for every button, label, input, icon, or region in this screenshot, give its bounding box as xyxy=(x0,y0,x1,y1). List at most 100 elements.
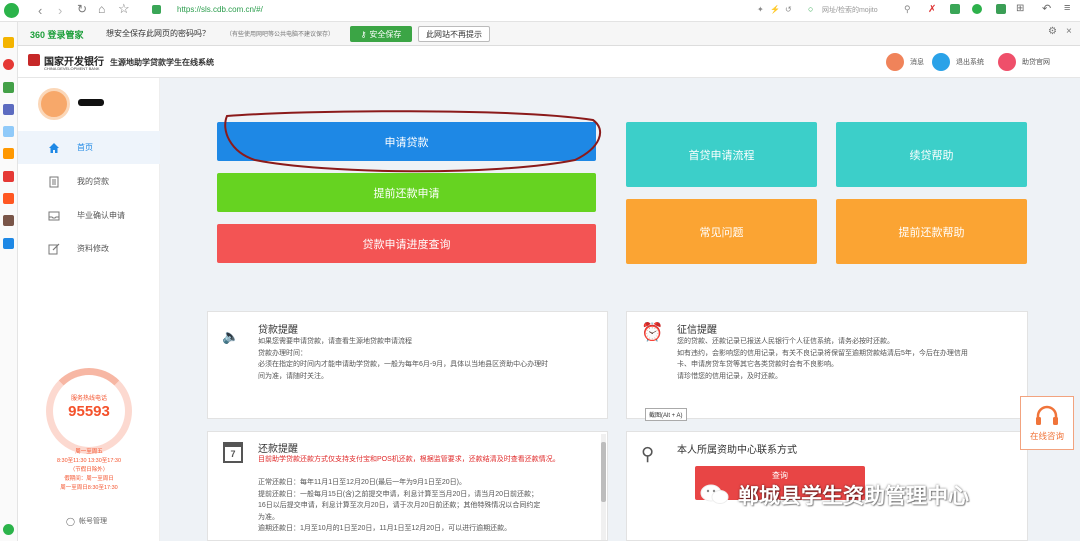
key-icon: ⚷ xyxy=(360,29,367,39)
main-content: 申请贷款 提前还款申请 贷款申请进度查询 首贷申请流程 续贷帮助 常见问题 提前… xyxy=(160,78,1080,541)
online-consult-button[interactable]: 在线咨询 xyxy=(1020,396,1074,450)
sidebar-item-graduation[interactable]: 毕业确认申请 xyxy=(18,199,160,232)
settings-gear-icon[interactable]: ⚙ xyxy=(1048,26,1057,37)
renew-help-button[interactable]: 续贷帮助 xyxy=(836,122,1027,187)
menu-icon[interactable]: ≡ xyxy=(1064,2,1070,14)
password-save-bar: 360 登录管家 想安全保存此网页的密码吗？ （有些使用网吧等公共电脑不建议保存… xyxy=(0,22,1080,46)
video-icon[interactable] xyxy=(3,171,14,182)
magnifier-icon: ⚲ xyxy=(641,444,655,464)
hand-drawn-annotation xyxy=(224,110,602,173)
logout-icon xyxy=(932,53,950,71)
bank-name-en: CHINA DEVELOPMENT BANK xyxy=(44,66,100,71)
search-icon[interactable]: ⚲ xyxy=(904,4,911,15)
scrollbar-thumb[interactable] xyxy=(601,442,606,502)
site-header: 国家开发银行 CHINA DEVELOPMENT BANK 生源地助学贷款学生在… xyxy=(18,46,1080,78)
logout-button[interactable]: 退出系统 xyxy=(932,52,1002,72)
sidebar-item-profile-edit[interactable]: 资料修改 xyxy=(18,232,160,265)
download-icon[interactable] xyxy=(996,4,1006,14)
weibo-icon[interactable] xyxy=(3,59,14,70)
account-management-link[interactable]: ◯ 帐号管理 xyxy=(66,516,107,526)
shield-icon[interactable] xyxy=(972,4,982,14)
username-redacted xyxy=(78,99,104,106)
repayment-reminder-title: 还款提醒 xyxy=(258,444,298,455)
hotline-number: 95593 xyxy=(68,403,110,420)
site-sidebar: 首页 我的贷款 毕业确认申请 资料修改 服务热线电话 95593 周一至周五 8… xyxy=(18,78,160,541)
lightning-icon[interactable]: ⚡ xyxy=(770,5,780,14)
search-engine-icon: ○ xyxy=(808,4,814,14)
grid-icon[interactable]: ⊞ xyxy=(1016,3,1024,14)
doc-icon[interactable] xyxy=(3,126,14,137)
repayment-reminder-card: 7 还款提醒 目前助学贷款还款方式仅支持支付宝和POS机还款，根据监管要求，还款… xyxy=(207,431,608,541)
shop-icon[interactable] xyxy=(3,193,14,204)
alarm-clock-icon: ⏰ xyxy=(641,322,664,342)
headset-icon xyxy=(1036,405,1058,425)
forward-icon[interactable]: › xyxy=(58,3,62,18)
star-icon[interactable] xyxy=(3,37,14,48)
save-password-question: 想安全保存此网页的密码吗？ xyxy=(106,29,210,38)
system-name: 生源地助学贷款学生在线系统 xyxy=(110,58,214,67)
address-bar[interactable]: https://sls.cdb.com.cn/#/ xyxy=(150,3,745,19)
browser-toolbar: ‹ › ↻ ⌂ ☆ https://sls.cdb.com.cn/#/ ✦ ⚡ … xyxy=(0,0,1080,22)
url-text: https://sls.cdb.com.cn/#/ xyxy=(177,5,263,14)
wechat-icon xyxy=(700,484,729,504)
progress-query-button[interactable]: 贷款申请进度查询 xyxy=(217,224,596,263)
repayment-reminder-body: 正常还款日：每年11月1日至12月20日(最后一年为9月1日至20日)。 提前还… xyxy=(258,479,541,532)
home-page-icon[interactable]: ⌂ xyxy=(98,2,105,16)
cdb-logo-icon xyxy=(28,54,40,66)
external-link-icon xyxy=(998,53,1016,71)
avatar[interactable] xyxy=(38,88,70,120)
credit-reminder-body: 您的贷款、还款记录已报送人民银行个人征信系统，请务必按时还款。 如有违约，会影响… xyxy=(677,338,968,380)
contact-title: 本人所属资助中心联系方式 xyxy=(677,445,797,456)
loan-reminder-card: 🔈 贷款提醒 如果您需要申请贷款，请查看生源地贷款申请流程 贷款办理时间： 必须… xyxy=(207,311,608,419)
favorite-star-icon[interactable]: ☆ xyxy=(118,1,130,17)
save-password-note: （有些使用网吧等公共电脑不建议保存） xyxy=(226,32,335,38)
official-site-button[interactable]: 助贷官网 xyxy=(998,52,1073,72)
secure-lock-icon xyxy=(152,5,161,14)
card-scrollbar[interactable] xyxy=(601,434,606,540)
game-icon[interactable] xyxy=(3,148,14,159)
news-icon[interactable] xyxy=(3,104,14,115)
safe-save-button[interactable]: ⚷ 安全保存 xyxy=(350,26,412,42)
early-repay-apply-button[interactable]: 提前还款申请 xyxy=(217,173,596,212)
first-loan-process-button[interactable]: 首贷申请流程 xyxy=(626,122,817,187)
sidebar-item-home[interactable]: 首页 xyxy=(18,131,160,164)
early-repay-help-button[interactable]: 提前还款帮助 xyxy=(836,199,1027,264)
bell-icon xyxy=(886,53,904,71)
calendar-icon: 7 xyxy=(223,442,243,463)
loan-reminder-body: 如果您需要申请贷款，请查看生源地贷款申请流程 贷款办理时间： 必须在指定的时间内… xyxy=(258,338,549,380)
extension-icon[interactable]: ✦ xyxy=(757,5,764,14)
app-store-icon[interactable] xyxy=(3,215,14,226)
edit-icon xyxy=(48,243,60,255)
credit-reminder-title: 征信提醒 xyxy=(677,325,717,336)
wechat-watermark: 郸城县学生资助管理中心 xyxy=(700,480,969,510)
shield-check-icon: ◯ xyxy=(66,516,75,526)
hotline-label: 服务热线电话 xyxy=(70,396,107,402)
browser-sidebar xyxy=(0,22,18,541)
speaker-icon: 🔈 xyxy=(222,328,240,344)
faq-button[interactable]: 常见问题 xyxy=(626,199,817,264)
mail-icon[interactable] xyxy=(3,82,14,93)
repayment-warning-text: 目前助学贷款还款方式仅支持支付宝和POS机还款，根据监管要求，还款结清及时查看还… xyxy=(258,456,560,463)
screenshot-tooltip: 截图(Alt + A) xyxy=(645,408,687,421)
home-icon xyxy=(48,142,60,154)
search-placeholder: 网址/检索的mojito xyxy=(822,7,878,14)
search-box[interactable]: ○ 网址/检索的mojito ⚲ xyxy=(808,4,918,18)
hotline-hours: 周一至周五 8:30至11:30 13:30至17:30 （节假日除外） 假期间… xyxy=(56,449,122,491)
browser-logo-icon xyxy=(4,3,19,18)
sidebar-item-my-loans[interactable]: 我的贷款 xyxy=(18,165,160,198)
login-manager-brand: 360 登录管家 xyxy=(30,30,84,40)
document-icon xyxy=(48,176,60,188)
pay-icon[interactable] xyxy=(3,238,14,249)
inbox-icon xyxy=(48,210,60,222)
block-icon[interactable]: ✗ xyxy=(928,4,936,15)
assistant-icon[interactable] xyxy=(3,524,14,535)
share-icon[interactable]: ↺ xyxy=(785,5,792,14)
loan-reminder-title: 贷款提醒 xyxy=(258,325,298,336)
credit-reminder-card: ⏰ 征信提醒 您的贷款、还款记录已报送人民银行个人征信系统，请务必按时还款。 如… xyxy=(626,311,1028,421)
never-prompt-button[interactable]: 此网站不再提示 xyxy=(418,26,490,42)
app-icon[interactable] xyxy=(950,4,960,14)
undo-icon[interactable]: ↶ xyxy=(1042,2,1051,15)
back-icon[interactable]: ‹ xyxy=(38,3,42,18)
close-icon[interactable]: × xyxy=(1066,26,1072,37)
refresh-icon[interactable]: ↻ xyxy=(77,2,87,16)
